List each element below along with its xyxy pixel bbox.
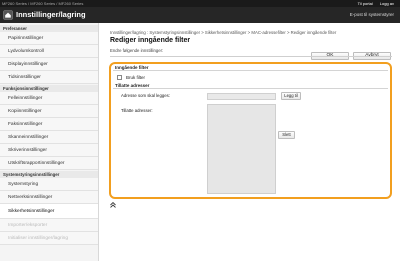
delete-button[interactable]: Slett: [278, 131, 295, 139]
product-name: MF260 Series / MF260 Series / MF260 Seri…: [2, 1, 84, 6]
page-title: Innstillinger/lagring: [16, 10, 86, 19]
use-filter-label: Bruk filter: [126, 75, 146, 80]
title-bar: Innstillinger/lagring E-post til systems…: [0, 7, 400, 23]
address-to-add-label: Adresse som skal legges:: [121, 93, 170, 98]
sidebar-item-volume[interactable]: Lydvolumkontroll: [0, 45, 98, 58]
sidebar-item-time[interactable]: Tidsinnstillinger: [0, 71, 98, 84]
sidebar-item-import-export[interactable]: Importer/eksporter: [0, 219, 98, 232]
sidebar-item-scan[interactable]: Skanneinnstillinger: [0, 131, 98, 144]
add-button[interactable]: Legg til: [281, 92, 301, 100]
address-to-add-input[interactable]: [207, 93, 276, 100]
email-admin-link[interactable]: E-post til systemstyrer: [350, 12, 394, 17]
logout-link[interactable]: Logg av: [380, 1, 394, 6]
sidebar-heading-system: Systemstyringsinnstillinger: [0, 171, 98, 178]
breadcrumb: Innstillinger/lagring : Systemstyringsin…: [110, 30, 337, 35]
sidebar: Preferanser Papirinnstillinger Lydvolumk…: [0, 23, 99, 261]
sidebar-item-display[interactable]: Displayinnstillinger: [0, 58, 98, 71]
section-heading: Rediger inngående filter: [110, 37, 191, 44]
portal-link[interactable]: Til portal: [358, 1, 373, 6]
top-status-bar: MF260 Series / MF260 Series / MF260 Seri…: [0, 0, 400, 7]
sidebar-item-security[interactable]: Sikkerhetsinnstillinger: [0, 204, 98, 219]
allowed-addresses-label: Tillatte adresser:: [121, 108, 153, 113]
sidebar-item-fax[interactable]: Faksinnstillinger: [0, 118, 98, 131]
settings-home-icon[interactable]: [3, 10, 13, 20]
instruction-text: Endre følgende innstillinger:: [110, 48, 164, 53]
divider: [110, 56, 392, 57]
sidebar-item-initialize[interactable]: Initialiser innstillinger/lagring: [0, 232, 98, 245]
inbound-filter-panel: Inngående filter Bruk filter Tillatte ad…: [109, 62, 392, 199]
sidebar-item-paper[interactable]: Papirinnstillinger: [0, 32, 98, 45]
main-content: Innstillinger/lagring : Systemstyringsin…: [100, 23, 400, 261]
sidebar-heading-preferences: Preferanser: [0, 25, 98, 32]
sidebar-item-network[interactable]: Nettverksinnstillinger: [0, 191, 98, 204]
panel-divider: [113, 70, 388, 71]
sidebar-item-copy[interactable]: Kopiinnstillinger: [0, 105, 98, 118]
sidebar-heading-functions: Funksjonsinnstillinger: [0, 85, 98, 92]
sidebar-item-printer[interactable]: Skriverinnstillinger: [0, 144, 98, 157]
use-filter-checkbox[interactable]: [117, 75, 122, 80]
sidebar-item-common[interactable]: Felleinnstillinger: [0, 92, 98, 105]
allowed-addresses-list[interactable]: [207, 104, 276, 194]
collapse-up-icon[interactable]: [110, 202, 116, 208]
sidebar-item-print-report[interactable]: Utskriftsrapportinnstillinger: [0, 157, 98, 170]
allowed-divider: [113, 88, 388, 89]
sidebar-item-system-management[interactable]: Systemstyring: [0, 178, 98, 191]
